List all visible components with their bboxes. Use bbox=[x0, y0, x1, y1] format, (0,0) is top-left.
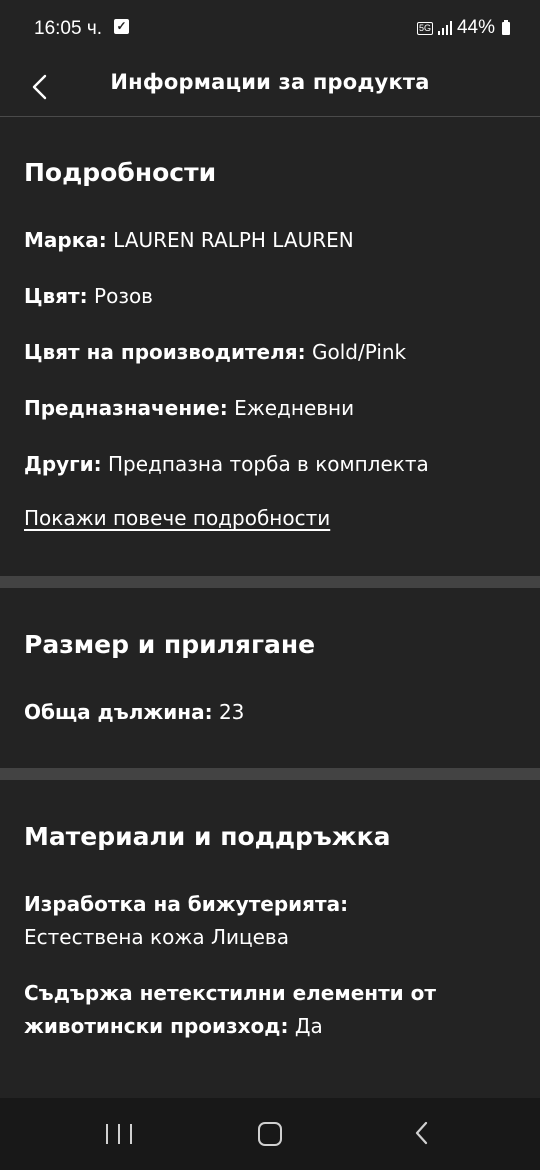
detail-value: Ежедневни bbox=[234, 396, 355, 420]
detail-value: Предпазна торба в комплекта bbox=[108, 452, 429, 476]
size-label: Обща дължина: bbox=[24, 700, 213, 724]
detail-row-purpose: Предназначение: Ежедневни bbox=[24, 392, 354, 425]
detail-row-brand: Марка: LAUREN RALPH LAUREN bbox=[24, 224, 354, 257]
material-value: Естествена кожа Лицева bbox=[24, 925, 289, 949]
detail-value: Розов bbox=[94, 284, 153, 308]
details-title: Подробности bbox=[24, 158, 217, 187]
show-more-details-link[interactable]: Покажи повече подробности bbox=[24, 506, 330, 530]
notification-check-icon: ✓ bbox=[114, 19, 129, 34]
detail-value: Gold/Pink bbox=[311, 340, 407, 364]
size-fit-title: Размер и прилягане bbox=[24, 630, 316, 659]
material-label: Съдържа нетекстилни елементи от bbox=[24, 981, 436, 1005]
material-row-animal-label: Съдържа нетекстилни елементи от bbox=[24, 977, 436, 1010]
detail-label: Цвят на производителя: bbox=[24, 340, 306, 364]
system-nav-bar bbox=[0, 1098, 540, 1170]
detail-row-color: Цвят: Розов bbox=[24, 280, 153, 313]
status-indicators: 5G 44% bbox=[416, 17, 510, 39]
status-time: 16:05 ч. bbox=[34, 18, 103, 39]
signal-icon bbox=[437, 21, 452, 35]
section-divider bbox=[0, 768, 540, 780]
battery-icon bbox=[502, 19, 510, 35]
material-row-jewelry-value: Естествена кожа Лицева bbox=[24, 921, 289, 954]
detail-label: Цвят: bbox=[24, 284, 88, 308]
page-title: Информации за продукта bbox=[110, 70, 430, 94]
material-label: Изработка на бижутерията: bbox=[24, 892, 349, 916]
size-value: 23 bbox=[218, 700, 245, 724]
material-value: Да bbox=[294, 1014, 323, 1038]
system-back-icon[interactable] bbox=[410, 1120, 434, 1146]
battery-level: 44% bbox=[456, 17, 495, 38]
material-row-animal-value: животински произход: Да bbox=[24, 1010, 323, 1043]
material-row-jewelry-label: Изработка на бижутерията: bbox=[24, 888, 348, 921]
detail-label: Марка: bbox=[24, 228, 107, 252]
section-divider bbox=[0, 576, 540, 588]
detail-value: LAUREN RALPH LAUREN bbox=[113, 228, 354, 252]
recents-icon[interactable] bbox=[106, 1124, 132, 1144]
detail-label: Други: bbox=[24, 452, 102, 476]
materials-title: Материали и поддръжка bbox=[24, 822, 391, 851]
detail-label: Предназначение: bbox=[24, 396, 228, 420]
size-row-total-length: Обща дължина: 23 bbox=[24, 696, 244, 729]
material-label: животински произход: bbox=[24, 1014, 289, 1038]
status-bar: 16:05 ч. ✓ 5G 44% bbox=[0, 0, 540, 58]
detail-row-manufacturer-color: Цвят на производителя: Gold/Pink bbox=[24, 336, 406, 369]
home-icon[interactable] bbox=[258, 1122, 282, 1146]
detail-row-other: Други: Предпазна торба в комплекта bbox=[24, 448, 429, 481]
app-header: Информации за продукта bbox=[0, 58, 540, 117]
network-5g-icon: 5G bbox=[416, 21, 433, 35]
